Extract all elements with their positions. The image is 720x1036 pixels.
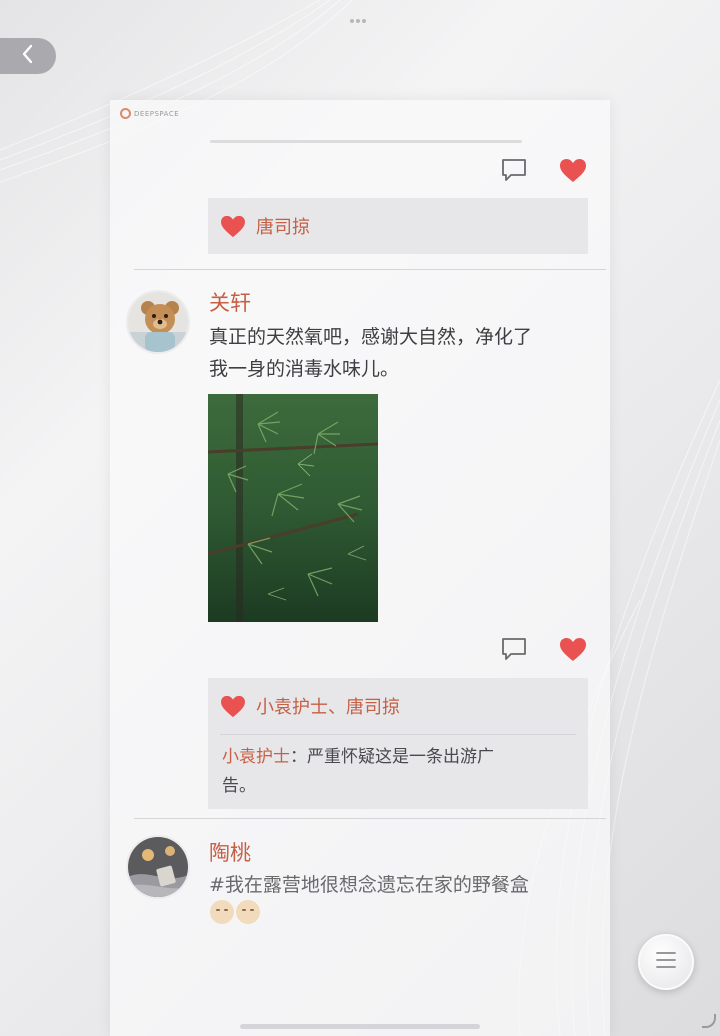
comment-separator: ： [290, 747, 307, 767]
brand-text: DEEPSPACE [134, 109, 180, 118]
likes-section: 唐司掠 [208, 198, 588, 254]
liked-by-names[interactable]: 唐司掠 [256, 213, 310, 239]
face-emoji-icon [236, 900, 260, 924]
post-text-line: 我一身的消毒水味儿。 [209, 358, 400, 380]
moments-feed-panel[interactable]: DEEPSPACE 唐司掠 关轩 真正的天然氧吧，感谢大自然，净化了 我一身的消… [110, 100, 610, 1036]
brand-logo-icon [120, 108, 131, 119]
avatar[interactable] [126, 835, 190, 899]
emoji-row [210, 900, 260, 924]
post-text: #我在露营地很想念遗忘在家的野餐盒 [209, 874, 529, 896]
back-button[interactable] [0, 38, 56, 74]
comment-button[interactable] [499, 634, 529, 664]
status-dots [350, 8, 370, 23]
comment-bubble-icon [500, 157, 528, 183]
comment-text: 严重怀疑这是一条出游广 [307, 747, 494, 767]
home-indicator [240, 1024, 480, 1029]
comment-author[interactable]: 小袁护士 [222, 747, 290, 767]
menu-lines-icon [656, 951, 676, 973]
post-text: 真正的天然氧吧，感谢大自然，净化了 我一身的消毒水味儿。 [209, 321, 599, 385]
liked-by-names[interactable]: 小袁护士、唐司掠 [256, 693, 400, 719]
post-divider [134, 269, 606, 270]
post-divider [134, 818, 606, 819]
post-text-line: 真正的天然氧吧，感谢大自然，净化了 [209, 326, 533, 348]
post-author-name[interactable]: 陶桃 [209, 837, 251, 867]
menu-button[interactable] [638, 934, 694, 990]
comment-bubble-icon [500, 636, 528, 662]
likes-and-comments-section: 小袁护士、唐司掠 小袁护士：严重怀疑这是一条出游广告。 [208, 678, 588, 809]
comment-text: 告。 [222, 776, 256, 796]
likes-row: 小袁护士、唐司掠 [208, 678, 588, 734]
previous-post-edge [210, 140, 522, 143]
heart-icon [559, 158, 587, 183]
heart-icon [220, 695, 246, 718]
heart-icon [220, 215, 246, 238]
corner-decoration [702, 1014, 716, 1028]
like-button[interactable] [558, 634, 588, 664]
comment-button[interactable] [499, 155, 529, 185]
heart-icon [559, 637, 587, 662]
brand-mark: DEEPSPACE [120, 108, 179, 119]
avatar[interactable] [126, 290, 190, 354]
post-photo-pine[interactable] [208, 394, 378, 622]
chevron-left-icon [20, 43, 36, 69]
post-author-name[interactable]: 关轩 [209, 287, 251, 317]
comment[interactable]: 小袁护士：严重怀疑这是一条出游广告。 [208, 735, 588, 809]
face-emoji-icon [210, 900, 234, 924]
likes-row: 唐司掠 [208, 198, 588, 254]
like-button[interactable] [558, 155, 588, 185]
